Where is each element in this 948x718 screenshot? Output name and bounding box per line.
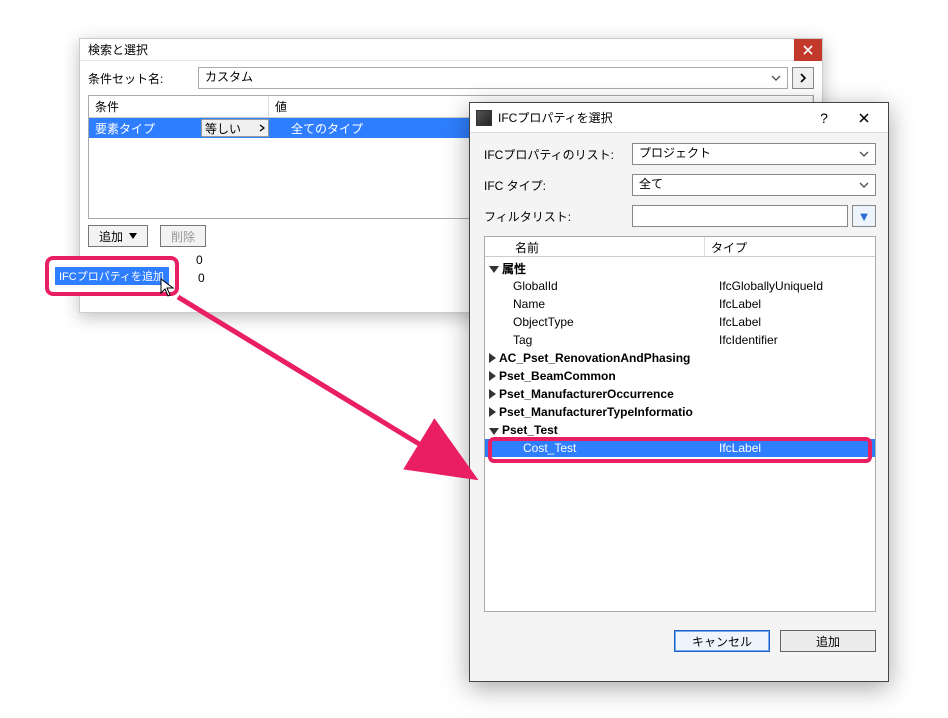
window-title: 検索と選択 — [88, 39, 148, 61]
filter-input[interactable] — [632, 205, 848, 227]
tree-group-pset-test[interactable]: Pset_Test — [485, 421, 875, 439]
disclosure-closed-icon — [489, 389, 496, 399]
disclosure-closed-icon — [489, 371, 496, 381]
close-button[interactable] — [794, 39, 822, 61]
condition-label: 要素タイプ — [89, 120, 199, 137]
tree-group[interactable]: Pset_ManufacturerOccurrence — [485, 385, 875, 403]
disclosure-closed-icon — [489, 353, 496, 363]
dialog-titlebar: IFCプロパティを選択 ? — [470, 103, 888, 133]
help-icon: ? — [820, 110, 828, 126]
tree-group[interactable]: AC_Pset_RenovationAndPhasing — [485, 349, 875, 367]
tree-leaf-selected[interactable]: Cost_Test IfcLabel — [485, 439, 875, 457]
condset-select[interactable]: カスタム — [198, 67, 788, 89]
dialog-close-button[interactable] — [844, 104, 884, 132]
filter-label: フィルタリスト: — [484, 208, 632, 225]
dialog-add-button[interactable]: 追加 — [780, 630, 876, 652]
stray-count: 0 — [196, 253, 203, 267]
annotation-highlight: IFCプロパティを追加 — [45, 256, 179, 296]
tree-group[interactable]: Pset_BeamCommon — [485, 367, 875, 385]
chevron-down-icon — [129, 233, 137, 239]
tree-leaf[interactable]: TagIfcIdentifier — [485, 331, 875, 349]
property-list-label: IFCプロパティのリスト: — [484, 146, 632, 163]
condset-value: カスタム — [205, 70, 253, 84]
ifc-property-dialog: IFCプロパティを選択 ? IFCプロパティのリスト: プロジェクト IFC タ… — [469, 102, 889, 682]
tree-group-attributes[interactable]: 属性 — [485, 259, 875, 277]
disclosure-closed-icon — [489, 407, 496, 417]
cursor-icon — [160, 278, 176, 298]
app-icon — [476, 110, 492, 126]
editable-value: 0 — [198, 271, 205, 285]
dialog-title: IFCプロパティを選択 — [498, 109, 613, 126]
cancel-button[interactable]: キャンセル — [674, 630, 770, 652]
add-button[interactable]: 追加 — [88, 225, 148, 247]
ifc-type-label: IFC タイプ: — [484, 177, 632, 194]
delete-button[interactable]: 削除 — [160, 225, 206, 247]
col-type-header[interactable]: タイプ — [705, 237, 875, 256]
chevron-down-icon — [857, 147, 871, 161]
col-name-header[interactable]: 名前 — [485, 237, 705, 256]
chevron-down-icon — [857, 178, 871, 192]
close-icon — [858, 112, 870, 124]
tree-leaf[interactable]: NameIfcLabel — [485, 295, 875, 313]
condition-operator-select[interactable]: 等しい — [201, 119, 269, 137]
property-tree[interactable]: 名前 タイプ 属性 GlobalIdIfcGloballyUniqueId Na… — [484, 236, 876, 612]
ifc-type-select[interactable]: 全て — [632, 174, 876, 196]
chevron-right-icon — [259, 124, 265, 132]
chevron-right-icon — [799, 73, 807, 83]
property-list-select[interactable]: プロジェクト — [632, 143, 876, 165]
tree-group[interactable]: Pset_ManufacturerTypeInformatio — [485, 403, 875, 421]
disclosure-open-icon — [489, 266, 499, 273]
cond-header-criteria[interactable]: 条件 — [89, 96, 269, 117]
filter-button[interactable]: ▼ — [852, 205, 876, 227]
close-icon — [803, 45, 813, 55]
help-button[interactable]: ? — [804, 104, 844, 132]
tree-leaf[interactable]: GlobalIdIfcGloballyUniqueId — [485, 277, 875, 295]
condset-go-button[interactable] — [792, 67, 814, 89]
condset-label: 条件セット名: — [88, 70, 198, 87]
titlebar: 検索と選択 — [80, 39, 822, 61]
disclosure-open-icon — [489, 428, 499, 435]
funnel-icon: ▼ — [858, 209, 871, 224]
chevron-down-icon — [769, 71, 783, 85]
add-ifc-property-menuitem[interactable]: IFCプロパティを追加 — [55, 267, 169, 285]
tree-leaf[interactable]: ObjectTypeIfcLabel — [485, 313, 875, 331]
